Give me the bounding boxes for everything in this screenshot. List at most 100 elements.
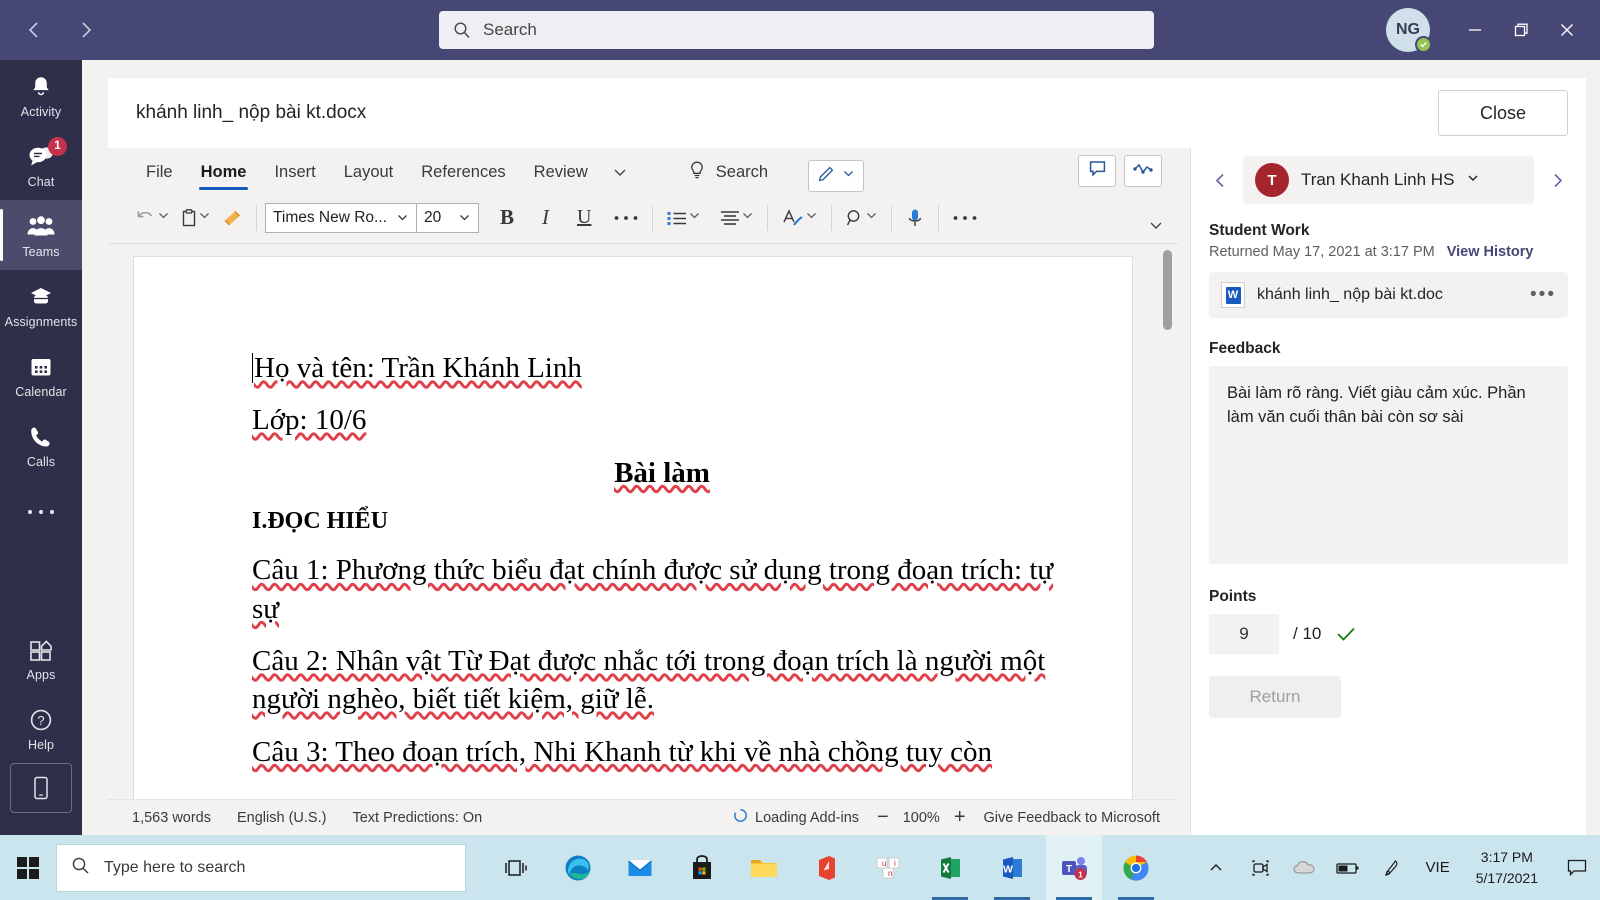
onedrive-icon[interactable] — [1284, 835, 1324, 900]
sticky-notes-icon[interactable]: uin — [860, 835, 916, 900]
editing-mode-button[interactable] — [808, 160, 865, 192]
grading-panel: T Tran Khanh Linh HS Student Work Return… — [1190, 148, 1586, 835]
pen-icon[interactable] — [1372, 835, 1412, 900]
text-predictions-status[interactable]: Text Predictions: On — [352, 810, 482, 826]
zoom-in-button[interactable]: + — [954, 806, 966, 829]
office-icon[interactable] — [798, 835, 854, 900]
ribbon-collapse-chevron-down-icon[interactable] — [1148, 218, 1164, 237]
addins-status: Loading Add-ins — [733, 808, 859, 827]
feedback-label: Feedback — [1209, 340, 1281, 357]
sidebar-item-teams[interactable]: Teams — [0, 200, 82, 270]
document-text[interactable]: Họ và tên: Trần Khánh Linh Lớp: 10/6 Bài… — [134, 257, 1132, 771]
tell-me-search[interactable]: Search — [688, 152, 768, 192]
feedback-input[interactable]: Bài làm rõ ràng. Viết giàu cảm xúc. Phần… — [1209, 366, 1568, 564]
avatar[interactable]: NG — [1386, 8, 1432, 53]
edge-icon[interactable] — [550, 835, 606, 900]
ribbon-more-button[interactable] — [947, 201, 983, 235]
word-count[interactable]: 1,563 words — [132, 810, 211, 826]
document-page[interactable]: Họ và tên: Trần Khánh Linh Lớp: 10/6 Bài… — [133, 256, 1133, 799]
attachment-card[interactable]: W khánh linh_ nộp bài kt.doc ••• — [1209, 272, 1568, 318]
italic-button[interactable]: I — [537, 201, 554, 235]
give-feedback-link[interactable]: Give Feedback to Microsoft — [984, 810, 1161, 826]
tab-file[interactable]: File — [132, 152, 187, 192]
align-button[interactable] — [714, 201, 759, 235]
underline-button[interactable]: U — [572, 201, 596, 235]
paste-button[interactable] — [175, 201, 216, 235]
minimize-button[interactable] — [1452, 0, 1498, 60]
close-window-button[interactable] — [1544, 0, 1590, 60]
bold-button[interactable]: B — [495, 201, 519, 235]
maximize-button[interactable] — [1498, 0, 1544, 60]
global-search-input[interactable]: Search — [439, 11, 1154, 49]
task-view-icon[interactable] — [488, 835, 544, 900]
undo-button[interactable] — [130, 201, 175, 235]
tab-references[interactable]: References — [407, 152, 519, 192]
forward-button[interactable] — [66, 10, 106, 50]
chrome-icon[interactable] — [1108, 835, 1164, 900]
zoom-out-button[interactable]: − — [877, 806, 889, 829]
chat-icon: 1 — [26, 136, 67, 172]
view-history-link[interactable]: View History — [1447, 244, 1534, 260]
sidebar-item-calendar[interactable]: Calendar — [0, 340, 82, 410]
language-status[interactable]: English (U.S.) — [237, 810, 326, 826]
return-button[interactable]: Return — [1209, 676, 1341, 718]
global-search-wrap: Search — [439, 11, 1154, 49]
language-indicator[interactable]: VIE — [1416, 859, 1460, 876]
tab-insert[interactable]: Insert — [260, 152, 329, 192]
mail-icon[interactable] — [612, 835, 668, 900]
dictate-button[interactable] — [900, 201, 930, 235]
previous-student-button[interactable] — [1205, 165, 1235, 195]
sidebar-item-apps[interactable]: Apps — [0, 623, 82, 693]
activity-button[interactable] — [1124, 155, 1162, 187]
attachment-more-button[interactable]: ••• — [1530, 284, 1556, 306]
taskbar-search-input[interactable]: Type here to search — [56, 843, 466, 892]
meet-now-icon[interactable] — [1240, 835, 1280, 900]
styles-button[interactable] — [776, 201, 823, 235]
sidebar-item-more[interactable] — [0, 480, 82, 544]
document-header: khánh linh_ nộp bài kt.docx Close — [108, 78, 1586, 148]
sidebar-item-calls[interactable]: Calls — [0, 410, 82, 480]
doc-line-text: Câu 3: Theo đoạn trích, Nhi Khanh từ khi… — [252, 735, 993, 768]
tab-layout[interactable]: Layout — [330, 152, 408, 192]
bullets-button[interactable] — [661, 201, 706, 235]
font-name-select[interactable]: Times New Ro... — [265, 202, 417, 233]
chevron-up-icon[interactable] — [1196, 835, 1236, 900]
sidebar-item-activity[interactable]: Activity — [0, 60, 82, 130]
font-size-select[interactable]: 20 — [417, 202, 479, 233]
tabs-overflow-chevron-down-icon[interactable] — [602, 152, 638, 192]
sidebar-item-help[interactable]: ? Help — [0, 693, 82, 763]
word-icon[interactable]: W — [984, 835, 1040, 900]
checkmark-icon — [1335, 624, 1357, 644]
windows-start-icon[interactable] — [0, 835, 56, 900]
action-center-icon[interactable] — [1554, 835, 1600, 900]
search-icon — [453, 21, 471, 39]
clock[interactable]: 3:17 PM 5/17/2021 — [1464, 847, 1550, 888]
titlebar-right: NG — [1386, 0, 1600, 60]
attachment-name: khánh linh_ nộp bài kt.doc — [1257, 286, 1443, 303]
microsoft-store-icon[interactable] — [674, 835, 730, 900]
format-painter-button[interactable] — [216, 201, 248, 235]
next-student-button[interactable] — [1542, 165, 1572, 195]
tab-home[interactable]: Home — [187, 152, 261, 192]
back-button[interactable] — [14, 10, 54, 50]
ribbon-tabs: File Home Insert Layout References Revie… — [108, 148, 1178, 192]
document-scrollbar[interactable] — [1162, 250, 1173, 780]
chevron-down-icon — [198, 209, 211, 227]
tab-review[interactable]: Review — [520, 152, 602, 192]
close-document-button[interactable]: Close — [1438, 90, 1568, 136]
excel-icon[interactable] — [922, 835, 978, 900]
taskbar-search-placeholder: Type here to search — [104, 858, 246, 876]
find-button[interactable] — [840, 201, 883, 235]
sidebar-item-assignments[interactable]: Assignments — [0, 270, 82, 340]
mobile-device-icon[interactable] — [10, 763, 72, 813]
font-more-button[interactable] — [608, 201, 644, 235]
sidebar-item-chat[interactable]: 1 Chat — [0, 130, 82, 200]
student-selector[interactable]: T Tran Khanh Linh HS — [1243, 156, 1534, 204]
comments-button[interactable] — [1078, 155, 1116, 187]
points-input[interactable]: 9 — [1209, 614, 1279, 654]
zoom-level[interactable]: 100% — [903, 810, 940, 826]
scrollbar-thumb[interactable] — [1163, 250, 1172, 330]
file-explorer-icon[interactable] — [736, 835, 792, 900]
teams-icon[interactable]: T1 — [1046, 835, 1102, 900]
battery-icon[interactable] — [1328, 835, 1368, 900]
